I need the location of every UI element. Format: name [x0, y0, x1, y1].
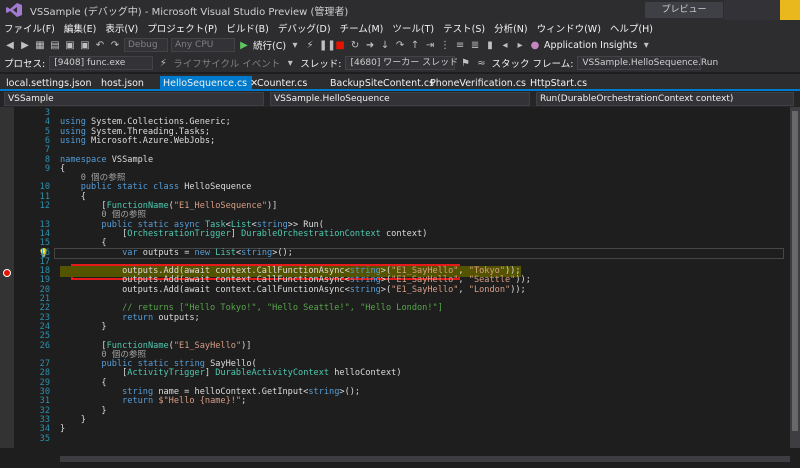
break-all-icon[interactable]: ❚❚: [319, 40, 336, 51]
application-insights-button[interactable]: Application Insights: [544, 40, 637, 51]
menu-file[interactable]: ファイル(F): [4, 21, 55, 35]
open-icon[interactable]: ▤: [49, 40, 61, 51]
horizontal-scrollbar[interactable]: [0, 448, 800, 468]
menu-analyze[interactable]: 分析(N): [494, 21, 528, 35]
hex-display-icon[interactable]: ⇥: [424, 40, 436, 51]
restart-icon[interactable]: ↻: [349, 40, 361, 51]
show-next-statement-icon[interactable]: ➜: [364, 40, 376, 51]
dropdown-icon[interactable]: ▾: [284, 58, 296, 69]
uncomment-icon[interactable]: ≣: [469, 40, 481, 51]
menu-tools[interactable]: ツール(T): [392, 21, 434, 35]
thread-label: スレッド:: [300, 59, 342, 70]
redo-icon[interactable]: ↷: [109, 40, 121, 51]
scroll-thumb[interactable]: [60, 456, 790, 462]
tab-phoneverification-cs[interactable]: PhoneVerification.cs: [430, 76, 526, 91]
scroll-thumb[interactable]: [792, 111, 798, 431]
lifecycle-icon[interactable]: ⚡: [157, 58, 169, 69]
tab-counter-cs[interactable]: Counter.cs: [257, 76, 307, 91]
application-insights-icon[interactable]: ●: [529, 40, 541, 51]
menu-team[interactable]: チーム(M): [340, 21, 384, 35]
bookmark-icon[interactable]: ▮: [484, 40, 496, 51]
standard-toolbar: ◀ ▶ ▦ ▤ ▣ ▣ ↶ ↷ Debug Any CPU ▶ 続行(C) ▾ …: [0, 36, 800, 54]
step-into-icon[interactable]: ↓: [379, 40, 391, 51]
glyph-margin[interactable]: [0, 107, 14, 448]
feedback-icon[interactable]: [780, 0, 800, 20]
menu-view[interactable]: 表示(V): [105, 21, 138, 35]
thread-filter-icon[interactable]: ⚑: [459, 58, 471, 69]
stop-icon[interactable]: ■: [334, 40, 346, 51]
platform-dropdown[interactable]: Any CPU: [171, 38, 235, 52]
tab-hellosequence-cs[interactable]: HelloSequence.cs ✕: [160, 76, 258, 91]
tab-label: HelloSequence.cs: [163, 78, 248, 89]
preview-label[interactable]: プレビュー: [645, 2, 723, 18]
new-project-icon[interactable]: ▦: [34, 40, 46, 51]
stackframe-dropdown[interactable]: VSSample.HelloSequence.Run: [577, 56, 718, 70]
vertical-scrollbar[interactable]: [790, 107, 800, 448]
process-dropdown[interactable]: [9408] func.exe: [49, 56, 154, 70]
menu-build[interactable]: ビルド(B): [226, 21, 268, 35]
save-all-icon[interactable]: ▣: [79, 40, 91, 51]
menu-window[interactable]: ウィンドウ(W): [537, 21, 601, 35]
step-over-icon[interactable]: ↷: [394, 40, 406, 51]
thread-toggle-icon[interactable]: ≈: [475, 58, 487, 69]
debug-location-toolbar: プロセス: [9408] func.exe ⚡ ライフサイクル イベント ▾ ス…: [0, 54, 800, 72]
menu-help[interactable]: ヘルプ(H): [610, 21, 653, 35]
comment-icon[interactable]: ≡: [454, 40, 466, 51]
forward-icon[interactable]: ▶: [19, 40, 31, 51]
tab-local-settings-json[interactable]: local.settings.json: [6, 76, 91, 91]
continue-button[interactable]: 続行(C): [253, 38, 286, 52]
project-dropdown[interactable]: VSSample: [4, 92, 264, 106]
menu-edit[interactable]: 編集(E): [64, 21, 96, 35]
dropdown-icon[interactable]: ▾: [640, 40, 652, 51]
continue-icon[interactable]: ▶: [238, 40, 250, 51]
process-label: プロセス:: [4, 59, 46, 70]
tab-backupsitecontent-cs[interactable]: BackupSiteContent.cs: [330, 76, 434, 91]
hot-reload-icon[interactable]: ⚡: [304, 40, 316, 51]
visual-studio-logo-icon: [6, 3, 24, 17]
stackframe-label: スタック フレーム:: [491, 59, 574, 70]
thread-dropdown[interactable]: [4680] ワーカー スレッド: [345, 56, 458, 70]
code-editor[interactable]: 💡 3 4 using System.Collections.Generic; 5 us…: [0, 107, 790, 448]
save-icon[interactable]: ▣: [64, 40, 76, 51]
menu-test[interactable]: テスト(S): [443, 21, 485, 35]
undo-icon[interactable]: ↶: [94, 40, 106, 51]
member-dropdown[interactable]: Run(DurableOrchestrationContext context): [536, 92, 794, 106]
window-title: VSSample (デバッグ中) - Microsoft Visual Stud…: [30, 6, 349, 18]
menu-debug[interactable]: デバッグ(D): [278, 21, 331, 35]
line-number: 35: [39, 433, 50, 444]
step-out-icon[interactable]: ↑: [409, 40, 421, 51]
configuration-dropdown[interactable]: Debug: [124, 38, 168, 52]
class-dropdown[interactable]: VSSample.HelloSequence: [270, 92, 530, 106]
lifecycle-events-dropdown[interactable]: ライフサイクル イベント: [173, 56, 280, 70]
tab-httpstart-cs[interactable]: HttpStart.cs: [530, 76, 587, 91]
tab-host-json[interactable]: host.json: [101, 76, 144, 91]
menu-project[interactable]: プロジェクト(P): [147, 21, 217, 35]
dropdown-icon[interactable]: ▾: [289, 40, 301, 51]
menu-bar: ファイル(F) 編集(E) 表示(V) プロジェクト(P) ビルド(B) デバッ…: [0, 20, 800, 36]
back-icon[interactable]: ◀: [4, 40, 16, 51]
threads-icon[interactable]: ⋮: [439, 40, 451, 51]
bookmark-prev-icon[interactable]: ◂: [499, 40, 511, 51]
navigation-bar: VSSample VSSample.HelloSequence Run(Dura…: [0, 91, 800, 107]
breakpoint-icon[interactable]: [3, 269, 11, 277]
bookmark-next-icon[interactable]: ▸: [514, 40, 526, 51]
document-tab-strip: local.settings.json host.json HelloSeque…: [0, 74, 800, 91]
code-line[interactable]: 35: [14, 434, 790, 445]
